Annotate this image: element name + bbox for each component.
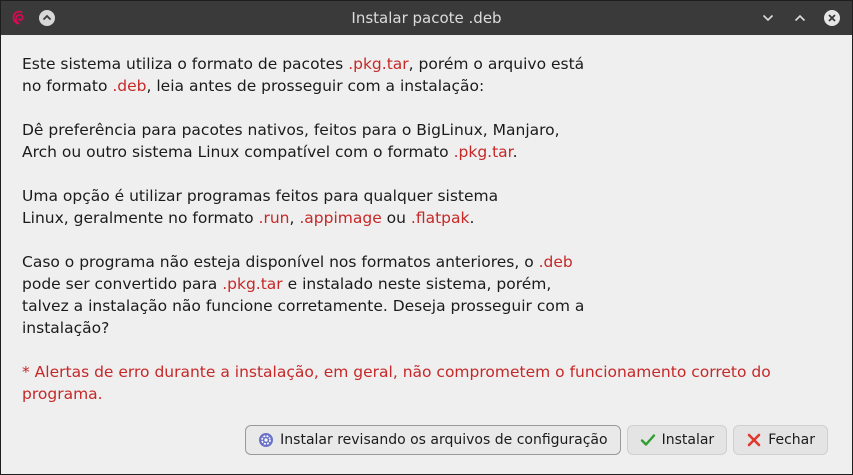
text: Este sistema utiliza o formato de pacote… [22,55,349,73]
format-highlight: .deb [112,77,147,95]
text: Dê preferência para pacotes nativos, fei… [22,121,560,139]
text: . [469,209,475,227]
text: talvez a instalação não funcione correta… [22,297,585,315]
universal-formats-paragraph: Uma opção é utilizar programas feitos pa… [22,185,837,229]
format-highlight: .appimage [299,209,382,227]
format-highlight: .pkg.tar [453,143,513,161]
title-bar[interactable]: Instalar pacote .deb [1,1,852,35]
window-title: Instalar pacote .deb [351,9,502,27]
text: ou [381,209,411,227]
text: , [289,209,300,227]
text: pode ser convertido para [22,275,223,293]
settings-gear-icon [258,432,274,448]
format-highlight: .pkg.tar [222,275,283,293]
text: Caso o programa não esteja disponível no… [22,253,539,271]
warning-note: * Alertas de erro durante a instalação, … [22,363,771,403]
text: Arch ou outro sistema Linux compatível c… [22,143,454,161]
close-button[interactable]: Fechar [733,425,828,455]
intro-paragraph: Este sistema utiliza o formato de pacote… [22,53,837,97]
format-highlight: .deb [538,253,573,271]
checkmark-icon [640,432,656,448]
install-label: Instalar [661,432,715,448]
text: Uma opção é utilizar programas feitos pa… [22,187,499,205]
minimize-icon[interactable] [758,8,778,28]
format-highlight: .run [258,209,290,227]
close-icon[interactable] [822,8,842,28]
install-button[interactable]: Instalar [626,425,728,455]
text: no formato [22,77,113,95]
text: . [512,143,518,161]
conversion-paragraph: Caso o programa não esteja disponível no… [22,251,837,339]
text: , leia antes de prosseguir com a instala… [146,77,485,95]
dialog-window: Instalar pacote .deb Este sistema utiliz… [0,0,853,475]
format-highlight: .pkg.tar [348,55,409,73]
install-review-config-label: Instalar revisando os arquivos de config… [280,432,608,448]
message-body: Este sistema utiliza o formato de pacote… [22,53,837,427]
cross-icon [746,432,762,448]
text: Linux, geralmente no formato [22,209,259,227]
text: instalação? [22,319,110,337]
native-packages-paragraph: Dê preferência para pacotes nativos, fei… [22,119,837,163]
close-label: Fechar [768,432,815,448]
button-row: Instalar revisando os arquivos de config… [245,425,828,455]
text: e instalado neste sistema, porém, [282,275,552,293]
format-highlight: .flatpak [410,209,470,227]
maximize-icon[interactable] [790,8,810,28]
install-review-config-button[interactable]: Instalar revisando os arquivos de config… [245,425,621,455]
text: , porém o arquivo está [408,55,585,73]
